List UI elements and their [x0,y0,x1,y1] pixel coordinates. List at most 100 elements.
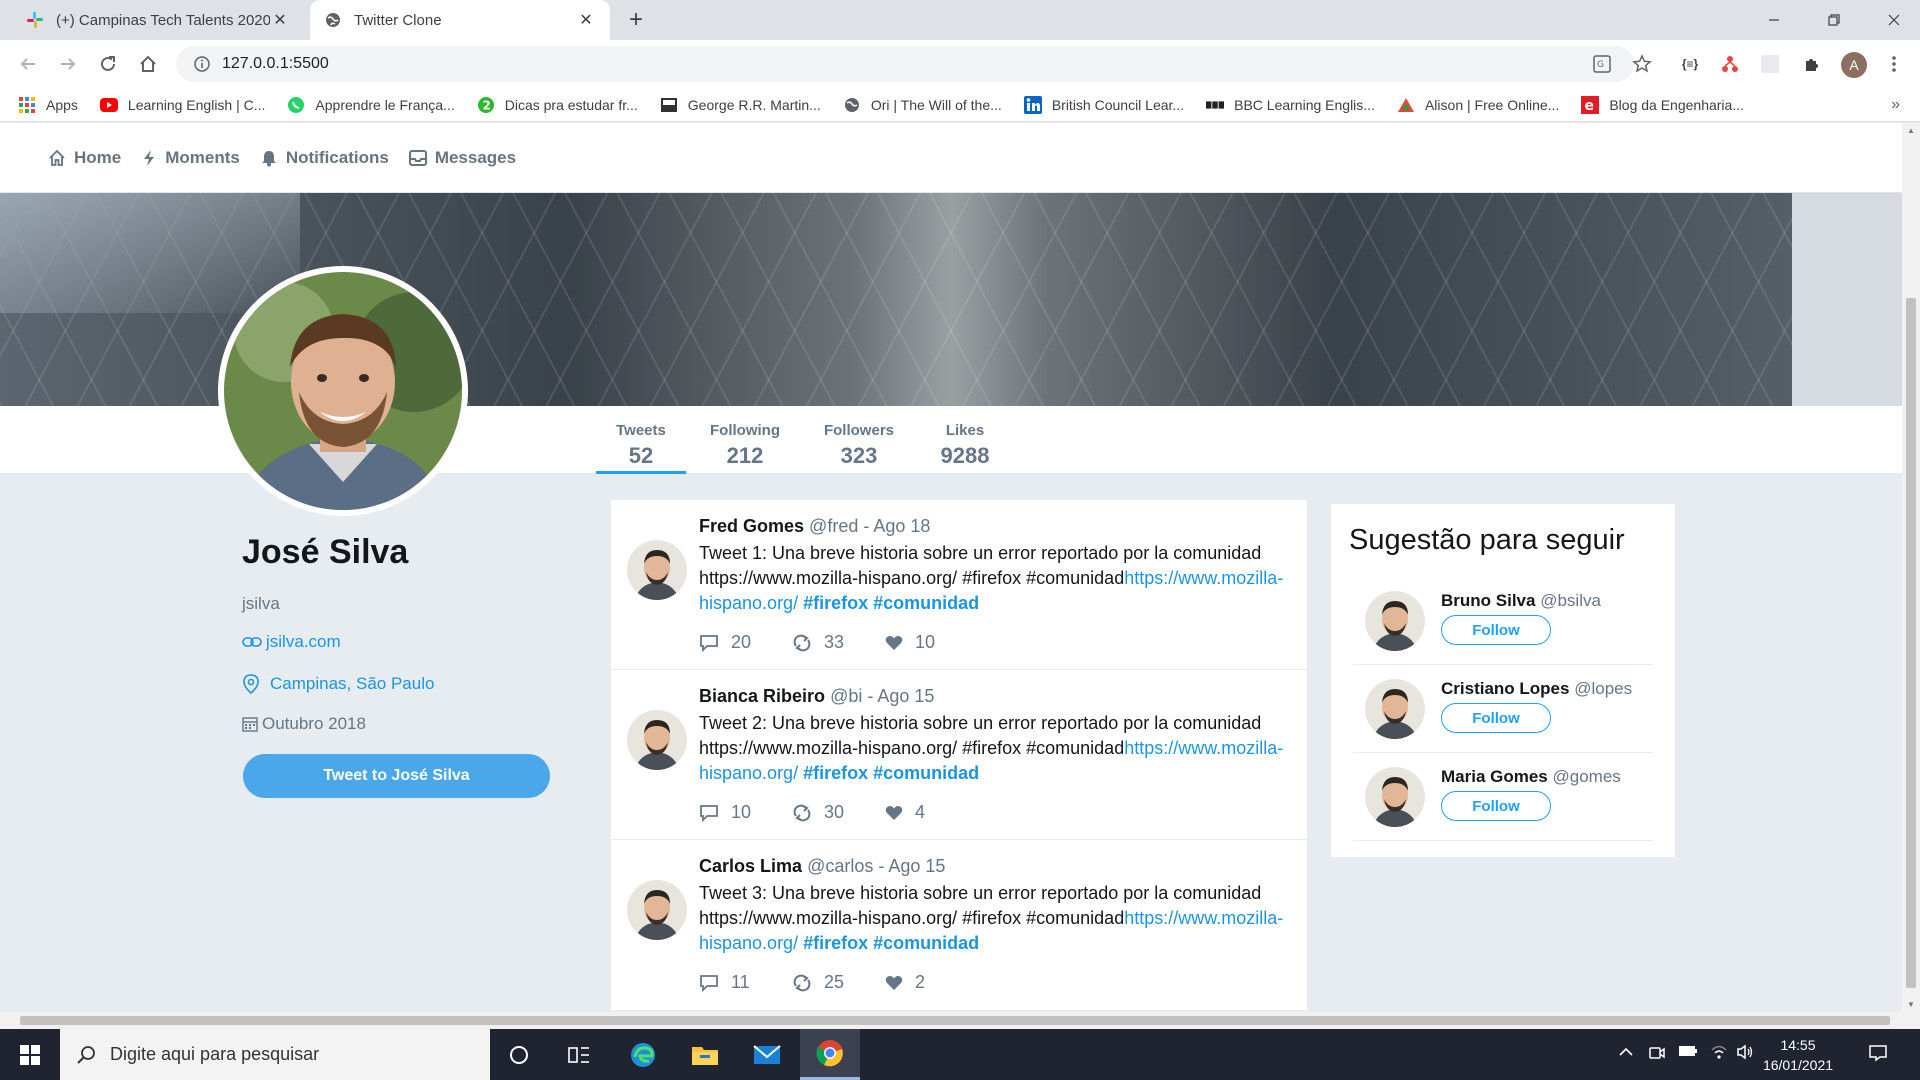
extension-network-icon[interactable] [1714,48,1746,80]
tweet-author-handle[interactable]: @carlos [807,856,873,876]
menu-kebab-icon[interactable] [1878,48,1910,80]
volume-icon[interactable] [1736,1044,1754,1063]
bookmark-ori[interactable]: Ori | The Will of the... [843,96,1002,114]
extensions-puzzle-icon[interactable] [1796,48,1828,80]
extension-json-icon[interactable]: {≡} [1674,48,1706,80]
info-icon[interactable] [182,56,222,72]
suggestion-avatar[interactable] [1365,591,1425,651]
tab-campinas-tech-talents[interactable]: (+) Campinas Tech Talents 2020 | ✕ [12,0,304,40]
reply-button[interactable]: 11 [699,972,792,993]
mail-icon[interactable] [738,1029,796,1080]
file-explorer-icon[interactable] [676,1029,734,1080]
tweet-card[interactable]: Bianca Ribeiro @bi - Ago 15 Tweet 2: Una… [611,670,1307,840]
battery-icon[interactable] [1678,1044,1698,1061]
bookmark-dicas-estudar[interactable]: 2 Dicas pra estudar fr... [477,96,638,114]
bookmark-blog-engenharia[interactable]: e Blog da Engenharia... [1581,95,1744,114]
like-button[interactable]: 10 [885,632,978,653]
follow-button[interactable]: Follow [1441,791,1551,821]
minimize-button[interactable] [1746,0,1802,40]
reply-button[interactable]: 20 [699,632,792,653]
tweet-author-handle[interactable]: @bi [830,686,862,706]
taskbar-clock[interactable]: 14:55 16/01/2021 [1758,1035,1838,1075]
tweet-avatar[interactable] [627,880,687,940]
stat-likes[interactable]: Likes 9288 [920,406,1010,474]
task-view-cortana-icon[interactable] [490,1029,548,1080]
nav-notifications[interactable]: Notifications [260,148,389,168]
horizontal-scrollbar-thumb[interactable] [20,1016,1890,1025]
like-button[interactable]: 4 [885,802,978,823]
suggestion-avatar[interactable] [1365,679,1425,739]
bookmark-bbc-learning[interactable]: BBC Learning Englis... [1206,96,1375,114]
stat-followers[interactable]: Followers 323 [812,406,906,474]
tweet-card[interactable]: Carlos Lima @carlos - Ago 15 Tweet 3: Un… [611,840,1307,1010]
horizontal-scrollbar[interactable] [0,1012,1920,1029]
show-hidden-icons-icon[interactable] [1618,1044,1634,1063]
stat-following[interactable]: Following 212 [700,406,790,474]
translate-icon[interactable]: G [1586,48,1618,80]
tweet-hashtag[interactable]: #comunidad [873,763,979,783]
tweet-hashtag[interactable]: #firefox [803,593,868,613]
meet-now-icon[interactable] [1648,1044,1666,1065]
tab-twitter-clone[interactable]: Twitter Clone ✕ [310,0,610,40]
forward-button[interactable] [52,48,84,80]
vertical-scrollbar-thumb[interactable] [1906,298,1916,988]
like-button[interactable]: 2 [885,972,978,993]
tweet-hashtag[interactable]: #comunidad [873,593,979,613]
tweet-hashtag[interactable]: #firefox [803,933,868,953]
scroll-up-arrow-icon[interactable]: ▲ [1906,126,1916,135]
restore-button[interactable] [1806,0,1862,40]
tweet-hashtag[interactable]: #firefox [803,763,868,783]
stat-tweets[interactable]: Tweets 52 [596,406,686,474]
close-icon[interactable]: ✕ [270,10,290,30]
tweet-author-name[interactable]: Carlos Lima [699,856,802,876]
bookmark-learning-english[interactable]: Learning English | C... [99,96,265,114]
task-view-icon[interactable] [550,1029,608,1080]
follow-button[interactable]: Follow [1441,703,1551,733]
profile-website[interactable]: jsilva.com [242,632,562,652]
tweet-to-button[interactable]: Tweet to José Silva [243,754,550,798]
chrome-taskbar-icon[interactable] [800,1029,860,1080]
bookmark-alison[interactable]: Alison | Free Online... [1397,96,1559,114]
back-button[interactable] [12,48,44,80]
new-tab-button[interactable]: + [622,6,650,34]
suggestion-avatar[interactable] [1365,767,1425,827]
extension-blank-icon[interactable] [1754,48,1786,80]
nav-home[interactable]: Home [48,148,121,168]
tweet-author-name[interactable]: Bianca Ribeiro [699,686,825,706]
profile-avatar-button[interactable]: A [1841,52,1867,78]
tweet-card[interactable]: Fred Gomes @fred - Ago 18 Tweet 1: Una b… [611,500,1307,670]
nav-moments[interactable]: Moments [141,148,240,168]
reply-button[interactable]: 10 [699,802,792,823]
bookmark-apps[interactable]: Apps [18,96,78,114]
follow-button[interactable]: Follow [1441,615,1551,645]
tweet-hashtag[interactable]: #comunidad [873,933,979,953]
close-icon[interactable]: ✕ [576,10,596,30]
bookmark-george-rr-martin[interactable]: George R.R. Martin... [660,96,821,114]
bookmark-star-icon[interactable] [1626,48,1658,80]
taskbar-search-box[interactable]: Digite aqui para pesquisar [60,1029,490,1080]
tweet-avatar[interactable] [627,710,687,770]
retweet-button[interactable]: 30 [792,802,885,823]
vertical-scrollbar[interactable]: ▲ ▼ [1902,123,1920,1012]
home-button[interactable] [132,48,164,80]
suggestion-name-line[interactable]: Bruno Silva @bsilva [1441,591,1601,611]
bookmarks-overflow-button[interactable]: » [1891,96,1900,114]
address-bar[interactable]: 127.0.0.1:5500 [176,46,1634,82]
tweet-author-name[interactable]: Fred Gomes [699,516,804,536]
edge-browser-icon[interactable] [614,1029,672,1080]
suggestion-name-line[interactable]: Cristiano Lopes @lopes [1441,679,1632,699]
nav-messages[interactable]: Messages [408,148,516,168]
start-button[interactable] [0,1029,60,1080]
bookmark-british-council[interactable]: British Council Lear... [1023,95,1184,114]
tweet-avatar[interactable] [627,540,687,600]
bookmark-apprendre-francais[interactable]: Apprendre le França... [287,96,455,114]
retweet-button[interactable]: 33 [792,632,885,653]
wifi-icon[interactable] [1710,1044,1728,1063]
scroll-down-arrow-icon[interactable]: ▼ [1906,1000,1916,1009]
retweet-button[interactable]: 25 [792,972,885,993]
window-close-button[interactable] [1866,0,1920,40]
suggestion-name-line[interactable]: Maria Gomes @gomes [1441,767,1621,787]
reload-button[interactable] [92,48,124,80]
tweet-author-handle[interactable]: @fred [809,516,858,536]
notifications-center-icon[interactable] [1868,1044,1888,1065]
